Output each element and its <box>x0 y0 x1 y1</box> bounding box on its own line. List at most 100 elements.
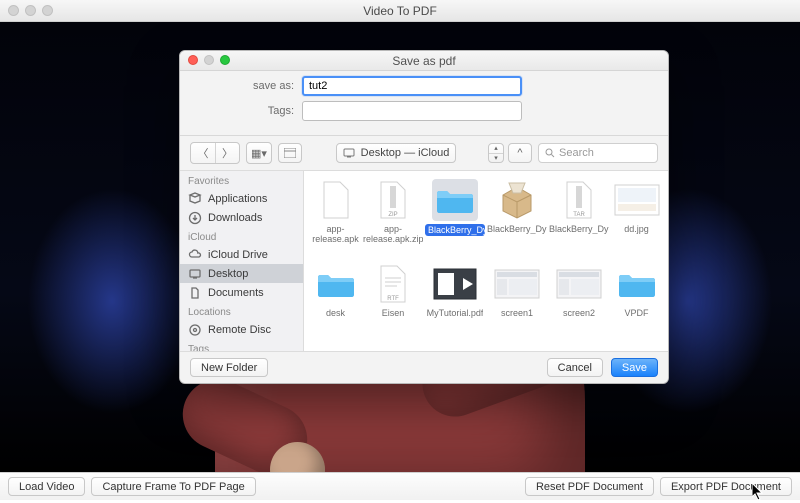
downloads-icon <box>188 211 202 225</box>
export-pdf-button[interactable]: Export PDF Document <box>660 477 792 496</box>
new-folder-button[interactable]: New Folder <box>190 358 268 377</box>
location-label: Desktop — iCloud <box>361 147 450 159</box>
zip-icon: ZIP <box>370 179 416 221</box>
file-item[interactable]: TAR BlackBerry_Dynamics_SD...0.52.tar <box>549 179 609 259</box>
desktop-icon <box>343 148 355 158</box>
sidebar-item-downloads[interactable]: Downloads <box>180 208 303 227</box>
file-item[interactable]: BlackBerry_Dynamics_for...roid_r47 <box>425 179 485 259</box>
reset-pdf-button[interactable]: Reset PDF Document <box>525 477 654 496</box>
file-grid[interactable]: app-release.apkZIPapp-release.apk.zipBla… <box>304 171 668 351</box>
file-item[interactable]: ZIP app-release.apk.zip <box>363 179 423 259</box>
svg-text:TAR: TAR <box>573 212 585 218</box>
save-dialog-titlebar[interactable]: Save as pdf <box>180 51 668 71</box>
file-name: BlackBerry_Dynamics_SD...0.52.tar <box>549 224 609 234</box>
file-name: desk <box>326 308 345 318</box>
sidebar-header: Favorites <box>180 171 303 189</box>
search-icon <box>545 148 555 158</box>
location-popup[interactable]: Desktop — iCloud <box>336 143 457 163</box>
file-name: screen1 <box>501 308 533 318</box>
file-name: app-release.apk <box>310 224 361 244</box>
image-icon <box>614 179 660 221</box>
icon-view-button[interactable]: ▦▾ <box>247 143 271 163</box>
sidebar-header: Tags <box>180 339 303 351</box>
collapse-button[interactable]: ^ <box>508 143 532 163</box>
main-titlebar[interactable]: Video To PDF <box>0 0 800 22</box>
forward-button[interactable]: 〉 <box>215 143 239 163</box>
sidebar-header: iCloud <box>180 227 303 245</box>
file-name: app-release.apk.zip <box>363 224 423 244</box>
sidebar-item-label: iCloud Drive <box>208 249 268 261</box>
file-item[interactable]: MyTutorial.pdf <box>425 263 485 343</box>
sidebar-item-icloud-drive[interactable]: iCloud Drive <box>180 245 303 264</box>
zoom-icon[interactable] <box>220 55 230 65</box>
sidebar-item-desktop[interactable]: Desktop <box>180 264 303 283</box>
view-switcher[interactable]: ▦▾ <box>246 142 272 164</box>
minimize-icon <box>204 55 214 65</box>
pdf-icon <box>432 263 478 305</box>
screenshot-icon <box>494 263 540 305</box>
sidebar-item-label: Applications <box>208 193 267 205</box>
close-icon[interactable] <box>8 5 19 16</box>
app-bottombar: Load Video Capture Frame To PDF Page Res… <box>0 472 800 500</box>
desktop-icon <box>188 267 202 281</box>
apps-icon <box>188 192 202 206</box>
close-icon[interactable] <box>188 55 198 65</box>
save-dialog: Save as pdf save as: Tags: 〈 〉 ▦▾ <box>179 50 669 384</box>
tar-icon: TAR <box>556 179 602 221</box>
minimize-icon[interactable] <box>25 5 36 16</box>
rtf-icon: RTF <box>370 263 416 305</box>
file-item[interactable]: screen2 <box>549 263 609 343</box>
save-as-input[interactable] <box>302 76 522 96</box>
cloud-icon <box>188 248 202 262</box>
folder-icon <box>614 263 660 305</box>
grouping-button[interactable] <box>278 143 302 163</box>
file-name: BlackBerry_Dynamics_SD...52.pkg <box>487 224 547 234</box>
search-field[interactable]: Search <box>538 143 658 163</box>
app-title: Video To PDF <box>363 4 437 18</box>
grouping-icon <box>284 148 296 158</box>
screenshot-icon <box>556 263 602 305</box>
svg-text:RTF: RTF <box>387 296 399 302</box>
zoom-icon[interactable] <box>42 5 53 16</box>
file-item[interactable]: VPDF <box>611 263 662 343</box>
cancel-button[interactable]: Cancel <box>547 358 603 377</box>
tags-input[interactable] <box>302 101 522 121</box>
file-name: MyTutorial.pdf <box>427 308 484 318</box>
load-video-button[interactable]: Load Video <box>8 477 85 496</box>
app-window: Video To PDF Save as pdf save as: <box>0 0 800 500</box>
browser-toolbar: 〈 〉 ▦▾ Desktop — iCloud ▴▾ ^ <box>180 136 668 171</box>
sidebar-header: Locations <box>180 302 303 320</box>
sidebar-item-label: Remote Disc <box>208 324 271 336</box>
file-item[interactable]: app-release.apk <box>310 179 361 259</box>
file-name: VPDF <box>624 308 648 318</box>
file-item[interactable]: dd.jpg <box>611 179 662 259</box>
sidebar-item-documents[interactable]: Documents <box>180 283 303 302</box>
nav-back-forward[interactable]: 〈 〉 <box>190 142 240 164</box>
file-name: BlackBerry_Dynamics_for...roid_r47 <box>425 224 485 236</box>
file-name: screen2 <box>563 308 595 318</box>
location-stepper[interactable]: ▴▾ <box>488 143 504 163</box>
back-button[interactable]: 〈 <box>191 143 215 163</box>
capture-frame-button[interactable]: Capture Frame To PDF Page <box>91 477 255 496</box>
dialog-traffic-lights[interactable] <box>188 55 230 65</box>
doc-icon <box>188 286 202 300</box>
sidebar-item-label: Downloads <box>208 212 262 224</box>
file-item[interactable]: RTFEisen <box>363 263 423 343</box>
disc-icon <box>188 323 202 337</box>
sidebar-item-label: Desktop <box>208 268 248 280</box>
pkg-icon <box>494 179 540 221</box>
file-item[interactable]: screen1 <box>487 263 547 343</box>
save-dialog-sidebar[interactable]: Favorites Applications Downloads iCloud iClo… <box>180 171 304 351</box>
svg-text:ZIP: ZIP <box>388 212 397 218</box>
save-button[interactable]: Save <box>611 358 658 377</box>
folder-icon <box>432 179 478 221</box>
sidebar-item-applications[interactable]: Applications <box>180 189 303 208</box>
file-item[interactable]: BlackBerry_Dynamics_SD...52.pkg <box>487 179 547 259</box>
tags-label: Tags: <box>194 105 294 117</box>
sidebar-item-remote-disc[interactable]: Remote Disc <box>180 320 303 339</box>
main-traffic-lights[interactable] <box>8 5 53 16</box>
file-name: dd.jpg <box>624 224 649 234</box>
folder-icon <box>313 263 359 305</box>
video-viewport: Save as pdf save as: Tags: 〈 〉 ▦▾ <box>0 22 800 472</box>
file-item[interactable]: desk <box>310 263 361 343</box>
